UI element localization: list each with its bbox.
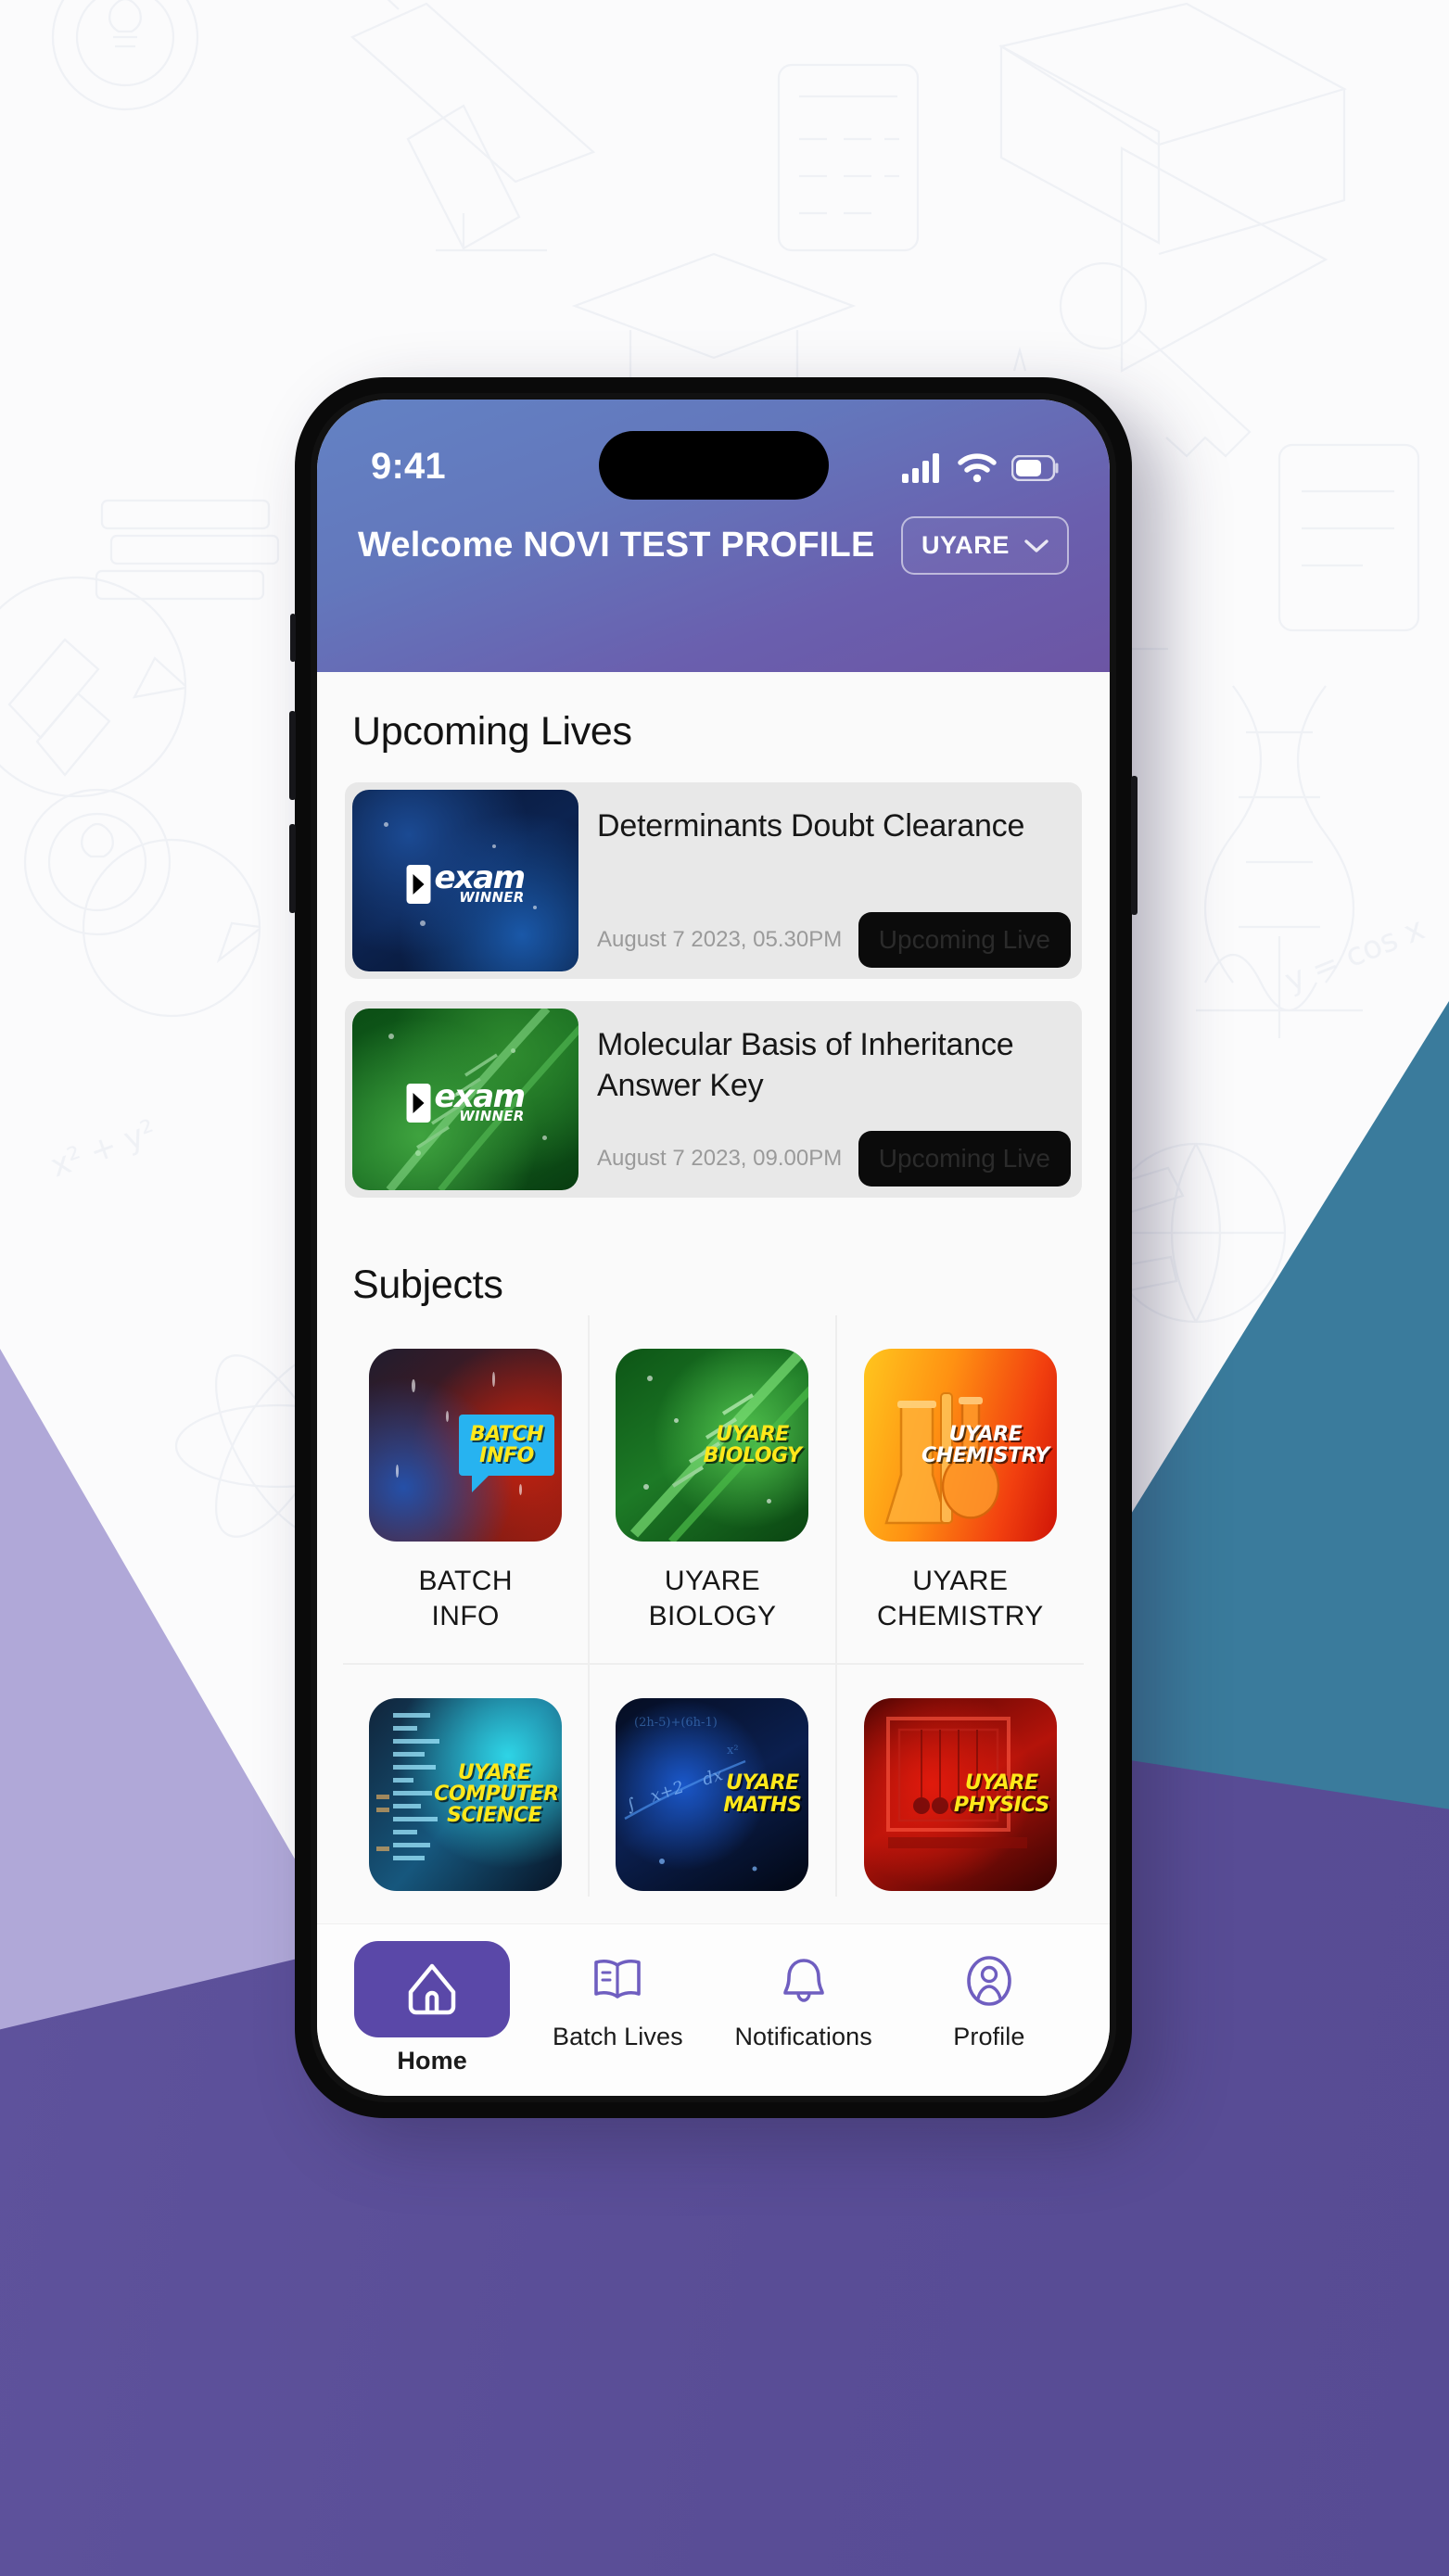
- thumb-badge-line1: UYARE: [716, 1422, 789, 1446]
- subject-label: UYARE CHEMISTRY: [876, 1566, 1044, 1632]
- thumb-badge-line2: INFO: [479, 1444, 534, 1467]
- subject-item-uyare-physics[interactable]: UYARE PHYSICS: [837, 1665, 1084, 1897]
- status-bar-clock: 9:41: [371, 445, 446, 487]
- exam-winner-logo: exam WINNER: [406, 1078, 527, 1123]
- volume-down-button[interactable]: [289, 824, 296, 913]
- live-title: Determinants Doubt Clearance: [597, 808, 1025, 844]
- svg-text:(2h-5)+(6h-1): (2h-5)+(6h-1): [634, 1716, 718, 1730]
- thumb-badge-line2: MATHS: [723, 1793, 802, 1817]
- subject-thumbnail: UYARE BIOLOGY: [616, 1349, 809, 1542]
- subject-label: BATCH INFO: [418, 1566, 513, 1632]
- svg-text:x+2: x+2: [649, 1777, 687, 1806]
- status-badge: Upcoming Live: [858, 1131, 1071, 1186]
- subject-item-batch-info[interactable]: BATCH INFO BATCH INFO: [343, 1315, 591, 1665]
- battery-icon: [1011, 455, 1059, 481]
- subject-label: UYARE BIOLOGY: [648, 1566, 777, 1632]
- nav-label: Notifications: [734, 2023, 872, 2050]
- nav-label: Profile: [953, 2023, 1025, 2050]
- subject-thumbnail: ∫ x+2 dx (2h-5)+(6h-1) x² UYARE MATHS: [616, 1697, 808, 1891]
- live-card-meta: Molecular Basis of Inheritance Answer Ke…: [578, 1009, 1074, 1190]
- status-badge: Upcoming Live: [858, 912, 1071, 968]
- live-title: Molecular Basis of Inheritance Answer Ke…: [597, 1027, 1014, 1103]
- status-bar-icons: [902, 453, 1060, 483]
- subject-item-uyare-biology[interactable]: UYARE BIOLOGY UYARE BIOLOGY: [590, 1315, 837, 1665]
- phone-mockup: 9:41 Welcome NOVI TEST PROFILE UYARE Upc…: [289, 377, 1138, 2118]
- batch-selector-value: UYARE: [921, 531, 1010, 559]
- nav-item-profile[interactable]: Profile: [896, 1939, 1082, 2051]
- thumb-badge-line2: PHYSICS: [953, 1793, 1049, 1817]
- subject-thumbnail: UYARE COMPUTER SCIENCE: [369, 1697, 562, 1891]
- welcome-title: Welcome NOVI TEST PROFILE: [358, 526, 875, 565]
- chevron-down-icon: [1024, 539, 1049, 552]
- thumb-badge-line1: UYARE: [948, 1422, 1023, 1446]
- subject-thumbnail: BATCH INFO: [369, 1349, 562, 1542]
- live-thumbnail: exam WINNER: [352, 1009, 578, 1190]
- logo-main-text: exam: [434, 859, 527, 897]
- upcoming-lives-title: Upcoming Lives: [352, 709, 632, 754]
- nav-label: Batch Lives: [553, 2023, 683, 2050]
- svg-text:x² + y²: x² + y²: [45, 1113, 160, 1186]
- thumb-badge-line1: UYARE: [965, 1771, 1038, 1796]
- nav-active-pill: [354, 1941, 511, 2037]
- app-header: 9:41 Welcome NOVI TEST PROFILE UYARE: [317, 400, 1110, 672]
- logo-main-text: exam: [434, 1078, 527, 1116]
- header-row: Welcome NOVI TEST PROFILE UYARE: [349, 500, 1078, 575]
- thumb-badge-line1: UYARE: [726, 1771, 799, 1796]
- app-content[interactable]: Upcoming Lives exam WINNER Determinants …: [317, 672, 1110, 1923]
- play-icon: [406, 1083, 431, 1123]
- nav-item-batch-lives[interactable]: Batch Lives: [525, 1939, 710, 2051]
- phone-screen: 9:41 Welcome NOVI TEST PROFILE UYARE Upc…: [317, 400, 1110, 2096]
- home-icon: [408, 1963, 456, 2015]
- nav-item-home[interactable]: Home: [339, 1939, 525, 2075]
- svg-text:y = cos x: y = cos x: [1279, 910, 1430, 999]
- exam-winner-logo: exam WINNER: [406, 859, 527, 904]
- nav-item-notifications[interactable]: Notifications: [711, 1939, 896, 2051]
- thumb-badge-line2: COMPUTER SCIENCE: [434, 1783, 559, 1828]
- book-icon: [594, 1959, 642, 1999]
- volume-up-button[interactable]: [289, 711, 296, 800]
- svg-text:x²: x²: [727, 1744, 739, 1758]
- subject-thumbnail: UYARE CHEMISTRY: [863, 1349, 1057, 1542]
- subjects-grid: BATCH INFO BATCH INFO UYARE BIOLOGY UYAR…: [317, 1308, 1110, 1897]
- bell-icon: [782, 1959, 824, 2002]
- subject-item-uyare-chemistry[interactable]: UYARE CHEMISTRY UYARE CHEMISTRY: [836, 1315, 1084, 1665]
- user-circle-icon: [967, 1956, 1011, 2006]
- mute-switch[interactable]: [290, 614, 296, 662]
- phone-bezel: 9:41 Welcome NOVI TEST PROFILE UYARE Upc…: [311, 393, 1116, 2102]
- upcoming-lives-list: exam WINNER Determinants Doubt Clearance…: [317, 755, 1110, 1198]
- live-card-meta: Determinants Doubt Clearance August 7 20…: [578, 790, 1074, 971]
- live-thumbnail: exam WINNER: [352, 790, 578, 971]
- nav-label: Home: [397, 2047, 467, 2075]
- svg-text:∫: ∫: [625, 1794, 640, 1815]
- batch-selector[interactable]: UYARE: [900, 516, 1069, 575]
- thumb-badge-line1: BATCH: [469, 1422, 544, 1446]
- subject-thumbnail: UYARE PHYSICS: [863, 1697, 1057, 1891]
- thumb-badge-line2: CHEMISTRY: [922, 1444, 1049, 1467]
- thumb-badge-line1: UYARE: [457, 1760, 531, 1784]
- play-icon: [406, 864, 431, 904]
- subject-item-uyare-maths[interactable]: ∫ x+2 dx (2h-5)+(6h-1) x² UYARE MATHS: [590, 1664, 837, 1897]
- bottom-navigation: Home Batch Lives Notifications Profile: [317, 1923, 1110, 2096]
- svg-text:dx: dx: [701, 1765, 726, 1790]
- upcoming-live-card[interactable]: exam WINNER Determinants Doubt Clearance…: [345, 782, 1082, 979]
- subjects-title: Subjects: [352, 1263, 503, 1307]
- cellular-signal-icon: [902, 453, 939, 483]
- wifi-icon: [958, 453, 997, 483]
- dynamic-island: [598, 431, 829, 500]
- subject-item-uyare-computer-science[interactable]: UYARE COMPUTER SCIENCE: [343, 1664, 591, 1897]
- upcoming-live-card[interactable]: exam WINNER Molecular Basis of Inheritan…: [345, 1001, 1082, 1198]
- power-button[interactable]: [1131, 776, 1138, 915]
- thumb-badge-line2: BIOLOGY: [703, 1444, 802, 1467]
